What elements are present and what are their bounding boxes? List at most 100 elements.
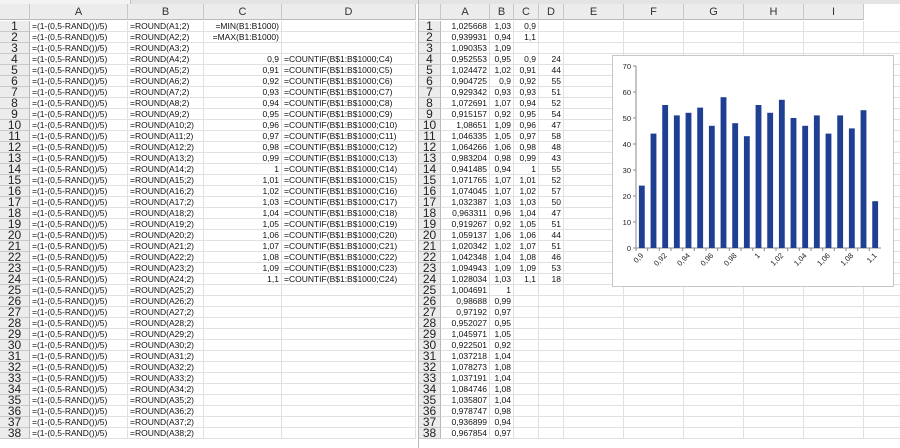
row-header[interactable]: 2	[419, 32, 441, 43]
histogram-bar[interactable]	[848, 128, 855, 248]
cell-c[interactable]	[204, 417, 282, 428]
cell-d[interactable]: =COUNTIF(B$1:B$1000;C6)	[282, 76, 416, 87]
histogram-bar[interactable]	[743, 136, 750, 248]
empty-cell[interactable]	[744, 351, 804, 362]
row-header[interactable]: 22	[0, 252, 30, 263]
cell-d[interactable]	[539, 43, 564, 54]
cell-c[interactable]: 1,02	[204, 186, 282, 197]
cell-a[interactable]: =(1-(0,5-RAND())/5)	[30, 175, 128, 186]
cell-a[interactable]: =(1-(0,5-RAND())/5)	[30, 417, 128, 428]
cell-d[interactable]	[282, 417, 416, 428]
row-header[interactable]: 29	[0, 329, 30, 340]
row-header[interactable]: 26	[0, 296, 30, 307]
empty-cell[interactable]	[624, 307, 684, 318]
row-header[interactable]: 4	[0, 54, 30, 65]
column-header-a[interactable]: A	[441, 4, 490, 20]
cell-b[interactable]: =ROUND(A5;2)	[128, 65, 204, 76]
cell-c[interactable]	[204, 351, 282, 362]
empty-cell[interactable]	[564, 417, 624, 428]
cell-d[interactable]	[282, 351, 416, 362]
empty-cell[interactable]	[864, 340, 900, 351]
cell-a[interactable]: 1,035807	[441, 395, 490, 406]
empty-cell[interactable]	[804, 417, 864, 428]
empty-cell[interactable]	[624, 21, 684, 32]
empty-cell[interactable]	[684, 32, 744, 43]
empty-cell[interactable]	[804, 340, 864, 351]
cell-d[interactable]	[282, 406, 416, 417]
cell-b[interactable]: 1,05	[490, 329, 514, 340]
cell-d[interactable]: =COUNTIF(B$1:B$1000;C7)	[282, 87, 416, 98]
empty-cell[interactable]	[564, 384, 624, 395]
empty-cell[interactable]	[744, 43, 804, 54]
cell-d[interactable]: 54	[539, 109, 564, 120]
cell-b[interactable]: 1,03	[490, 21, 514, 32]
empty-cell[interactable]	[624, 340, 684, 351]
empty-cell[interactable]	[864, 373, 900, 384]
cell-a[interactable]: =(1-(0,5-RAND())/5)	[30, 241, 128, 252]
row-header[interactable]: 1	[419, 21, 441, 32]
row-header[interactable]: 1	[0, 21, 30, 32]
cell-d[interactable]	[539, 329, 564, 340]
cell-c[interactable]: 0,94	[204, 98, 282, 109]
empty-cell[interactable]	[684, 296, 744, 307]
row-header[interactable]: 15	[419, 175, 441, 186]
cell-c[interactable]: 1,1	[514, 32, 539, 43]
empty-cell[interactable]	[804, 329, 864, 340]
cell-c[interactable]	[514, 351, 539, 362]
cell-d[interactable]	[282, 318, 416, 329]
cell-a[interactable]: 0,919267	[441, 219, 490, 230]
row-header[interactable]: 18	[0, 208, 30, 219]
empty-cell[interactable]	[864, 384, 900, 395]
row-header[interactable]: 6	[419, 76, 441, 87]
cell-d[interactable]: 55	[539, 164, 564, 175]
empty-cell[interactable]	[684, 384, 744, 395]
empty-cell[interactable]	[564, 32, 624, 43]
cell-b[interactable]: =ROUND(A3;2)	[128, 43, 204, 54]
cell-b[interactable]: =ROUND(A13;2)	[128, 153, 204, 164]
row-header[interactable]: 36	[419, 406, 441, 417]
cell-a[interactable]: 1,064266	[441, 142, 490, 153]
empty-cell[interactable]	[564, 43, 624, 54]
cell-b[interactable]: =ROUND(A25;2)	[128, 285, 204, 296]
cell-b[interactable]: =ROUND(A38;2)	[128, 428, 204, 439]
cell-b[interactable]: 1,09	[490, 120, 514, 131]
empty-cell[interactable]	[864, 296, 900, 307]
empty-cell[interactable]	[744, 417, 804, 428]
empty-cell[interactable]	[624, 395, 684, 406]
cell-a[interactable]: 1,094943	[441, 263, 490, 274]
cell-b[interactable]: 1,04	[490, 395, 514, 406]
cell-c[interactable]: 0,97	[204, 131, 282, 142]
cell-d[interactable]: =COUNTIF(B$1:B$1000;C20)	[282, 230, 416, 241]
cell-a[interactable]: 1,084746	[441, 384, 490, 395]
histogram-bar[interactable]	[685, 112, 692, 248]
row-header[interactable]: 21	[419, 241, 441, 252]
cell-c[interactable]: 0,96	[514, 120, 539, 131]
cell-b[interactable]: =ROUND(A37;2)	[128, 417, 204, 428]
cell-c[interactable]	[514, 406, 539, 417]
empty-cell[interactable]	[864, 362, 900, 373]
column-header-e[interactable]: E	[564, 4, 624, 20]
cell-c[interactable]	[204, 373, 282, 384]
cell-a[interactable]: 1,037218	[441, 351, 490, 362]
cell-c[interactable]	[514, 373, 539, 384]
row-header[interactable]: 37	[0, 417, 30, 428]
cell-c[interactable]: 1	[204, 164, 282, 175]
cell-c[interactable]: 1,05	[204, 219, 282, 230]
empty-cell[interactable]	[624, 384, 684, 395]
empty-cell[interactable]	[624, 296, 684, 307]
row-header[interactable]: 16	[0, 186, 30, 197]
cell-a[interactable]: 1,004691	[441, 285, 490, 296]
cell-b[interactable]: 0,94	[490, 417, 514, 428]
cell-a[interactable]: =(1-(0,5-RAND())/5)	[30, 153, 128, 164]
cell-d[interactable]: 46	[539, 252, 564, 263]
row-header[interactable]: 27	[0, 307, 30, 318]
cell-a[interactable]: 1,072691	[441, 98, 490, 109]
cell-a[interactable]: =(1-(0,5-RAND())/5)	[30, 120, 128, 131]
cell-c[interactable]: 1,04	[204, 208, 282, 219]
cell-b[interactable]: 1,04	[490, 373, 514, 384]
empty-cell[interactable]	[624, 351, 684, 362]
histogram-bar[interactable]	[697, 107, 704, 248]
cell-b[interactable]: 0,92	[490, 219, 514, 230]
row-header[interactable]: 18	[419, 208, 441, 219]
cell-d[interactable]	[282, 32, 416, 43]
